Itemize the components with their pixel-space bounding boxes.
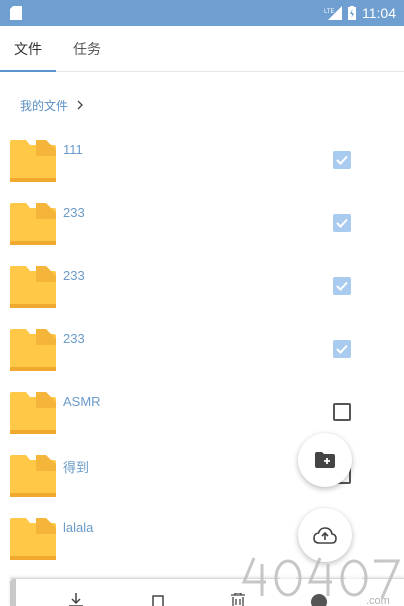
tab-bar: 文件 任务: [0, 26, 404, 72]
tab-indicator: [0, 70, 56, 72]
folder-icon: [10, 518, 56, 560]
file-row[interactable]: 233: [0, 254, 404, 316]
status-time: 11:04: [362, 5, 396, 21]
folder-icon: [10, 392, 56, 434]
check-icon: [336, 155, 348, 165]
file-row[interactable]: 111: [0, 128, 404, 190]
svg-text:LTE: LTE: [324, 9, 335, 15]
breadcrumb-my-files[interactable]: 我的文件: [20, 97, 68, 114]
sd-card-icon: [10, 6, 22, 20]
check-icon: [336, 281, 348, 291]
file-row[interactable]: 233: [0, 191, 404, 253]
check-icon: [336, 218, 348, 228]
folder-icon: [10, 140, 56, 182]
breadcrumb[interactable]: 我的文件: [20, 96, 84, 114]
status-indicators: LTE 11:04: [324, 4, 396, 22]
lte-signal-icon: LTE: [324, 6, 342, 20]
new-folder-button[interactable]: [298, 433, 352, 487]
folder-icon: [10, 266, 56, 308]
file-checkbox[interactable]: [333, 277, 351, 295]
copy-icon[interactable]: [150, 593, 166, 606]
tab-tasks[interactable]: 任务: [73, 39, 101, 59]
watermark-logo: .com: [241, 557, 401, 606]
status-bar: LTE 11:04: [0, 0, 404, 26]
file-row[interactable]: 233: [0, 317, 404, 379]
folder-icon: [10, 329, 56, 371]
file-name[interactable]: 233: [63, 331, 85, 346]
file-checkbox[interactable]: [333, 340, 351, 358]
chevron-right-icon: [77, 100, 83, 110]
cloud-upload-icon: [313, 527, 337, 544]
file-name[interactable]: ASMR: [63, 394, 101, 409]
file-row[interactable]: ASMR: [0, 380, 404, 442]
file-name[interactable]: 111: [63, 142, 83, 157]
download-icon[interactable]: [68, 593, 84, 606]
file-checkbox[interactable]: [333, 151, 351, 169]
svg-text:.com: .com: [366, 595, 390, 606]
file-name[interactable]: lalala: [63, 520, 93, 535]
file-checkbox[interactable]: [333, 403, 351, 421]
folder-icon: [10, 203, 56, 245]
battery-charging-icon: [348, 6, 356, 20]
file-name[interactable]: 得到: [63, 457, 89, 476]
file-checkbox[interactable]: [333, 214, 351, 232]
file-name[interactable]: 233: [63, 205, 85, 220]
tab-files[interactable]: 文件: [14, 39, 42, 59]
new-folder-icon: [315, 452, 335, 468]
check-icon: [336, 344, 348, 354]
bottom-bar-handle: [10, 579, 16, 606]
folder-icon: [10, 455, 56, 497]
file-name[interactable]: 233: [63, 268, 85, 283]
